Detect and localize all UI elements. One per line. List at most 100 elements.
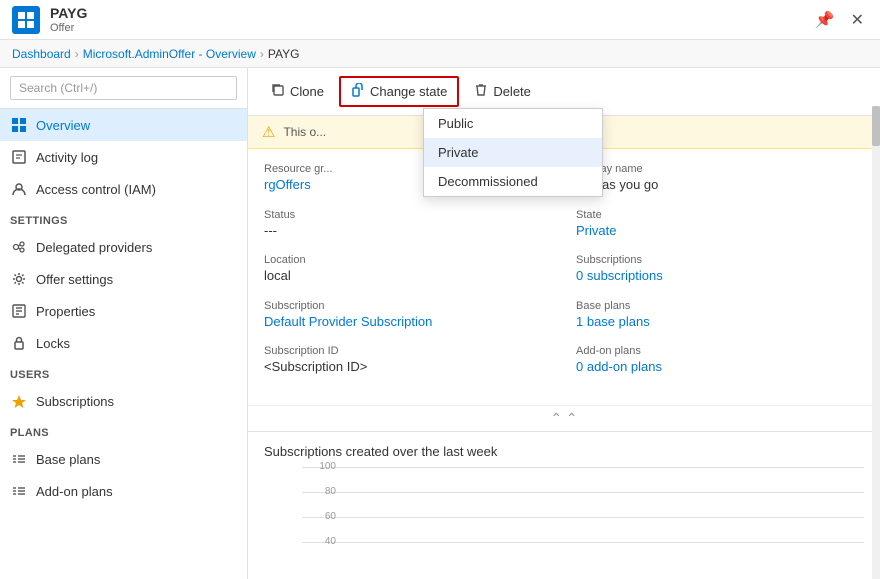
chart-gridline-80: 80 [302,492,864,493]
main-layout: Overview Activity log Access control (IA… [0,68,880,579]
delete-icon [474,83,488,100]
subscriptions-count-value[interactable]: 0 subscriptions [576,268,864,283]
sidebar-item-overview-label: Overview [36,118,90,133]
top-bar-actions: 📌 ✕ [811,6,868,34]
sidebar-item-delegated-label: Delegated providers [36,240,152,255]
sidebar-item-properties[interactable]: Properties [0,295,247,327]
display-name-group: Display name Pay as you go [576,163,864,195]
settings-icon [10,270,28,288]
sidebar-item-offer-settings[interactable]: Offer settings [0,263,247,295]
breadcrumb-sep-2: › [260,47,264,61]
status-value: --- [264,223,552,238]
chart-area: 100 80 60 40 [264,467,864,567]
subscription-id-label: Subscription ID [264,345,552,357]
sidebar: Overview Activity log Access control (IA… [0,68,248,579]
sidebar-item-locks-label: Locks [36,336,70,351]
chart-section: Subscriptions created over the last week… [248,431,880,579]
sidebar-item-properties-label: Properties [36,304,95,319]
sidebar-item-overview[interactable]: Overview [0,109,247,141]
change-state-icon [351,83,365,100]
base-plans-group: Base plans 1 base plans [576,300,864,332]
add-on-plans-label: Add-on plans [576,345,864,357]
content-area: Clone Change state Delete ⚠ This o... [248,68,880,579]
clone-icon [271,83,285,100]
breadcrumb-overview[interactable]: Microsoft.AdminOffer - Overview [83,47,256,61]
warning-text: This o... [283,125,326,139]
sidebar-item-base-plans-label: Base plans [36,452,100,467]
sidebar-item-base-plans[interactable]: Base plans [0,443,247,475]
search-input[interactable] [10,76,237,100]
display-name-label: Display name [576,163,864,175]
dropdown-item-public[interactable]: Public [424,109,602,138]
section-settings: Settings [0,205,247,231]
section-plans: Plans [0,417,247,443]
section-users: Users [0,359,247,385]
chart-label-40: 40 [302,536,336,547]
base-plans-label: Base plans [576,300,864,312]
subscription-label: Subscription [264,300,552,312]
addon-icon [10,482,28,500]
breadcrumb-current: PAYG [268,47,300,61]
locks-icon [10,334,28,352]
dropdown-item-private[interactable]: Private [424,138,602,167]
subscription-id-group: Subscription ID <Subscription ID> [264,345,552,377]
subscription-value[interactable]: Default Provider Subscription [264,314,552,329]
sidebar-item-delegated-providers[interactable]: Delegated providers [0,231,247,263]
chart-label-80: 80 [302,486,336,497]
page-title: PAYG [50,5,87,22]
state-value[interactable]: Private [576,223,864,238]
sidebar-item-activity-log[interactable]: Activity log [0,141,247,173]
sidebar-item-offer-settings-label: Offer settings [36,272,113,287]
subscriptions-count-label: Subscriptions [576,254,864,266]
chart-gridline-100: 100 [302,467,864,468]
properties-icon [10,302,28,320]
change-state-button[interactable]: Change state [339,76,459,107]
warning-icon: ⚠ [262,123,275,141]
scroll-hint: ⌃ ⌃ [248,405,880,431]
breadcrumb: Dashboard › Microsoft.AdminOffer - Overv… [0,40,880,68]
subscriptions-icon [10,392,28,410]
delete-button[interactable]: Delete [463,77,542,106]
search-container [0,68,247,109]
state-label: State [576,209,864,221]
change-state-dropdown: Public Private Decommissioned [423,108,603,197]
sidebar-item-access-control[interactable]: Access control (IAM) [0,173,247,205]
subscription-group: Subscription Default Provider Subscripti… [264,300,552,332]
app-logo [12,6,40,34]
chart-title: Subscriptions created over the last week [264,444,864,459]
overview-icon [10,116,28,134]
scroll-hint-icon: ⌃ ⌃ [550,410,577,427]
scroll-track [872,106,880,579]
sidebar-item-locks[interactable]: Locks [0,327,247,359]
dropdown-item-decommissioned[interactable]: Decommissioned [424,167,602,196]
location-value: local [264,268,552,283]
base-plans-value[interactable]: 1 base plans [576,314,864,329]
subscription-id-value: <Subscription ID> [264,359,552,374]
sidebar-item-access-control-label: Access control (IAM) [36,182,156,197]
close-button[interactable]: ✕ [847,6,868,34]
sidebar-item-addon-plans[interactable]: Add-on plans [0,475,247,507]
breadcrumb-dashboard[interactable]: Dashboard [12,47,71,61]
delete-label: Delete [493,84,531,99]
sidebar-item-subscriptions-label: Subscriptions [36,394,114,409]
pin-button[interactable]: 📌 [811,6,839,34]
location-group: Location local [264,254,552,286]
location-label: Location [264,254,552,266]
display-name-value: Pay as you go [576,177,864,192]
plans-icon [10,450,28,468]
access-icon [10,180,28,198]
activity-icon [10,148,28,166]
top-bar: PAYG Offer 📌 ✕ [0,0,880,40]
status-group: Status --- [264,209,552,241]
delegated-icon [10,238,28,256]
page-subtitle: Offer [50,22,87,34]
clone-button[interactable]: Clone [260,77,335,106]
change-state-label: Change state [370,84,447,99]
chart-gridline-40: 40 [302,542,864,543]
add-on-plans-value[interactable]: 0 add-on plans [576,359,864,374]
subscriptions-count-group: Subscriptions 0 subscriptions [576,254,864,286]
sidebar-item-activity-log-label: Activity log [36,150,98,165]
scroll-thumb[interactable] [872,106,880,146]
sidebar-item-subscriptions[interactable]: Subscriptions [0,385,247,417]
chart-label-100: 100 [302,461,336,472]
